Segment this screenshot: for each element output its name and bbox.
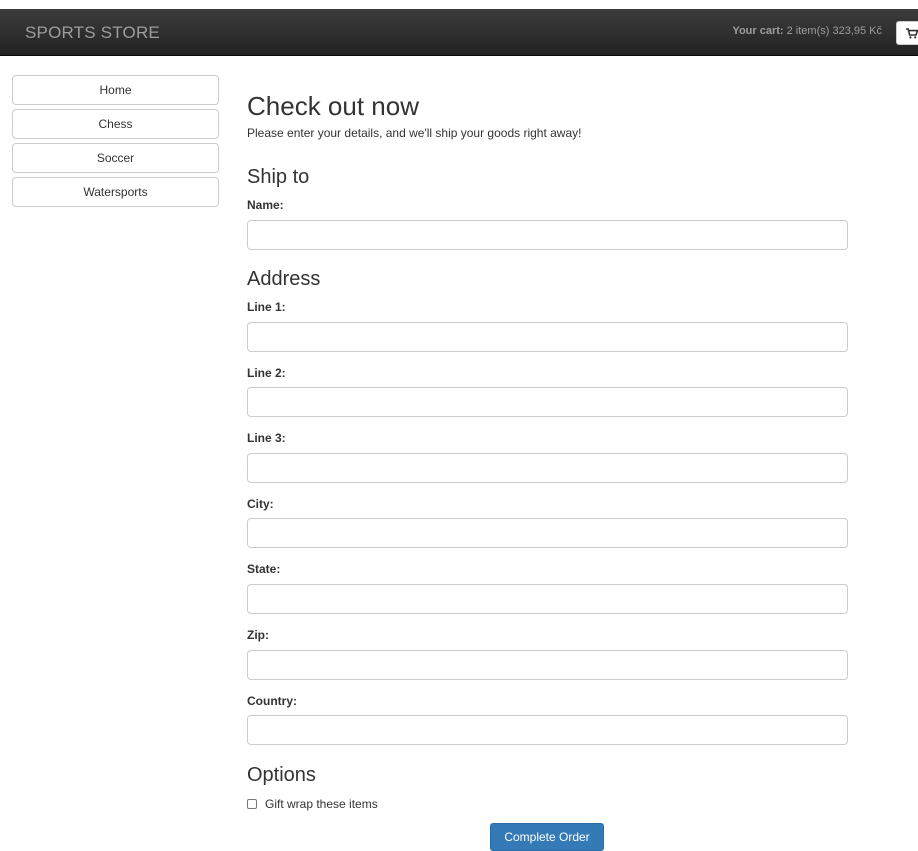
page-title: Check out now xyxy=(247,91,419,121)
line2-label: Line 2: xyxy=(247,366,286,380)
line3-input[interactable] xyxy=(247,453,848,483)
line1-label: Line 1: xyxy=(247,300,286,314)
brand-title[interactable]: SPORTS STORE xyxy=(25,23,160,43)
line3-label: Line 3: xyxy=(247,431,286,445)
complete-order-button[interactable]: Complete Order xyxy=(490,823,604,851)
top-navbar: SPORTS STORE Your cart: 2 item(s) 323,95… xyxy=(0,9,918,56)
cart-summary: Your cart: 2 item(s) 323,95 Kč xyxy=(732,25,882,37)
city-input[interactable] xyxy=(247,518,848,548)
options-heading: Options xyxy=(247,764,316,786)
cart-value: 2 item(s) 323,95 Kč xyxy=(786,25,882,37)
address-heading: Address xyxy=(247,268,321,290)
zip-input[interactable] xyxy=(247,650,848,680)
cart-label: Your cart: xyxy=(732,25,784,37)
line2-input[interactable] xyxy=(247,387,848,417)
shopping-cart-icon xyxy=(906,28,918,39)
gift-wrap-label: Gift wrap these items xyxy=(265,797,378,811)
sidebar-item-home[interactable]: Home xyxy=(12,75,219,105)
country-label: Country: xyxy=(247,694,297,708)
intro-text: Please enter your details, and we'll shi… xyxy=(247,126,582,140)
zip-label: Zip: xyxy=(247,628,269,642)
gift-wrap-checkbox[interactable] xyxy=(247,799,257,809)
line1-input[interactable] xyxy=(247,322,848,352)
state-label: State: xyxy=(247,562,281,576)
name-label: Name: xyxy=(247,198,284,212)
sidebar-item-chess[interactable]: Chess xyxy=(12,109,219,139)
category-sidebar: Home Chess Soccer Watersports xyxy=(12,75,219,211)
ship-to-heading: Ship to xyxy=(247,166,310,188)
cart-button[interactable] xyxy=(896,21,918,45)
name-input[interactable] xyxy=(247,220,848,250)
gift-wrap-option[interactable]: Gift wrap these items xyxy=(247,797,378,811)
sidebar-item-watersports[interactable]: Watersports xyxy=(12,177,219,207)
sidebar-item-soccer[interactable]: Soccer xyxy=(12,143,219,173)
city-label: City: xyxy=(247,497,274,511)
state-input[interactable] xyxy=(247,584,848,614)
country-input[interactable] xyxy=(247,715,848,745)
